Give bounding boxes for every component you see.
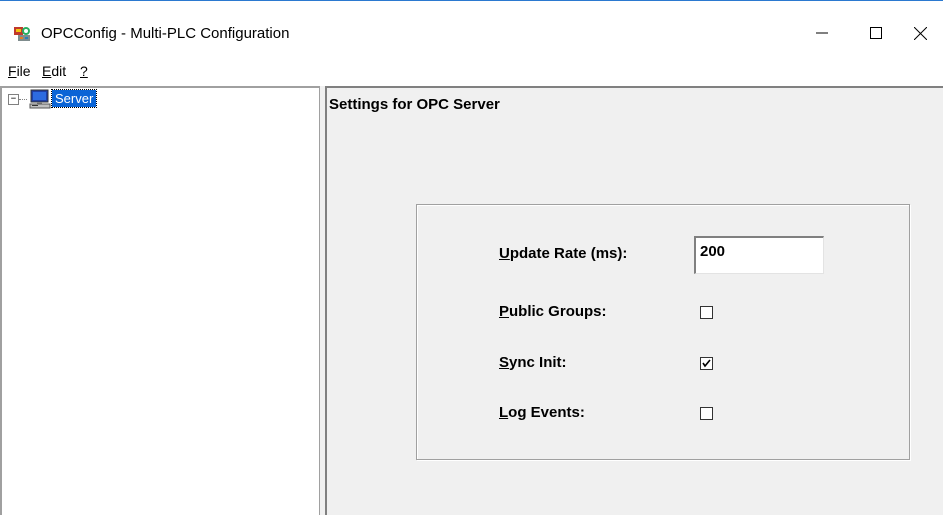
settings-title: Settings for OPC Server	[329, 96, 500, 113]
log-events-mnemonic: L	[499, 404, 509, 421]
update-rate-label-text: pdate Rate (ms):	[509, 245, 628, 262]
public-groups-label-text: ublic Groups:	[509, 303, 607, 320]
maximize-icon	[870, 27, 882, 39]
sync-init-label: Sync Init:	[499, 354, 567, 371]
close-icon	[913, 26, 927, 40]
tree-collapse-icon[interactable]: −	[8, 94, 19, 105]
log-events-label-text: og Events:	[508, 404, 585, 421]
menu-file-mnemonic: F	[8, 63, 17, 79]
settings-pane: Settings for OPC Server Update Rate (ms)…	[326, 86, 943, 515]
menu-file-label: ile	[16, 63, 31, 79]
sync-init-label-text: ync Init:	[509, 354, 567, 371]
close-button[interactable]	[897, 13, 943, 53]
tree-node-server[interactable]: Server	[50, 89, 98, 108]
update-rate-input[interactable]: 200	[694, 236, 824, 274]
log-events-label: Log Events:	[499, 404, 585, 421]
update-rate-label: Update Rate (ms):	[499, 245, 627, 262]
public-groups-label: Public Groups:	[499, 303, 607, 320]
menu-edit[interactable]: Edit	[42, 63, 66, 79]
menu-help[interactable]: ?	[80, 63, 88, 79]
checkmark-icon	[702, 359, 711, 368]
tree-connector	[19, 99, 27, 100]
sync-init-mnemonic: S	[499, 354, 510, 371]
title-bar[interactable]: OPCConfig - Multi-PLC Configuration	[0, 0, 943, 60]
menu-edit-mnemonic: E	[42, 63, 52, 79]
window-title: OPCConfig - Multi-PLC Configuration	[41, 25, 290, 42]
menu-file[interactable]: File	[8, 63, 31, 79]
public-groups-mnemonic: P	[499, 303, 510, 320]
public-groups-checkbox[interactable]	[700, 306, 713, 319]
sync-init-checkbox[interactable]	[700, 357, 713, 370]
app-icon	[13, 23, 33, 43]
settings-group-box: Update Rate (ms): 200 Public Groups: Syn…	[416, 204, 910, 460]
menu-bar: File Edit ?	[0, 60, 943, 86]
update-rate-mnemonic: U	[499, 245, 510, 262]
log-events-checkbox[interactable]	[700, 407, 713, 420]
menu-help-label: ?	[80, 63, 88, 79]
minimize-button[interactable]	[799, 13, 845, 53]
maximize-button[interactable]	[853, 13, 899, 53]
computer-icon	[29, 89, 51, 109]
menu-edit-label: dit	[51, 63, 67, 79]
tree-view[interactable]: − Server	[0, 86, 320, 515]
minimize-icon	[816, 32, 828, 34]
